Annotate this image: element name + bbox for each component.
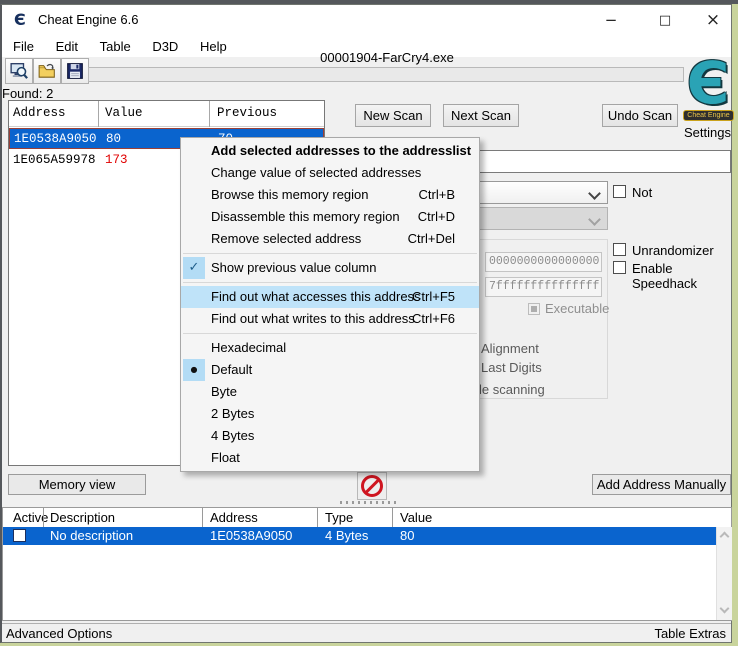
scroll-up-icon[interactable] — [720, 532, 730, 542]
scan-value-input[interactable] — [455, 150, 731, 173]
column-header-value[interactable]: Value — [400, 510, 432, 525]
statusbar: Advanced Options Table Extras — [2, 623, 731, 642]
cheat-table-list[interactable]: Active Description Address Type Value No… — [2, 507, 732, 621]
menu-item-show-previous-column[interactable]: ✓ Show previous value column — [181, 257, 479, 279]
column-divider — [317, 508, 318, 527]
column-divider — [43, 508, 44, 527]
menu-item-float[interactable]: Float — [181, 447, 479, 469]
save-table-button[interactable] — [61, 58, 89, 84]
undo-scan-button[interactable]: Undo Scan — [602, 104, 678, 127]
column-header-type[interactable]: Type — [325, 510, 353, 525]
splitter-handle[interactable] — [340, 501, 398, 504]
stop-button[interactable] — [357, 472, 387, 500]
found-value-changed: 173 — [105, 150, 128, 170]
row-type: 4 Bytes — [325, 527, 368, 545]
prohibition-icon — [361, 475, 383, 497]
found-address: 1E065A59978 — [13, 150, 96, 170]
column-divider — [98, 101, 99, 127]
cheat-engine-window: Є Cheat Engine 6.6 − □ × File Edit Table… — [0, 0, 738, 646]
indeterminate-mark — [531, 306, 537, 312]
advanced-options-link[interactable]: Advanced Options — [6, 624, 112, 643]
enable-speedhack-label: Enable Speedhack — [632, 261, 738, 291]
menu-item-2bytes[interactable]: 2 Bytes — [181, 403, 479, 425]
active-checkbox[interactable] — [13, 529, 26, 542]
column-header-previous[interactable]: Previous — [217, 106, 277, 120]
checkmark-icon: ✓ — [183, 257, 205, 279]
menu-item-find-writes[interactable]: Find out what writes to this addressCtrl… — [181, 308, 479, 330]
menu-item-add-to-addresslist[interactable]: Add selected addresses to the addresslis… — [181, 140, 479, 162]
found-address: 1E0538A9050 — [14, 129, 97, 149]
column-header-address[interactable]: Address — [13, 106, 66, 120]
open-folder-icon — [38, 62, 56, 80]
cheat-engine-logo-icon: Є — [680, 52, 736, 114]
new-scan-button[interactable]: New Scan — [355, 104, 431, 127]
cheat-table-row-selected[interactable]: No description 1E0538A9050 4 Bytes 80 — [3, 527, 716, 545]
found-list-header: Address Value Previous — [9, 101, 324, 127]
column-header-value[interactable]: Value — [105, 106, 143, 120]
menu-item-disassemble[interactable]: Disassemble this memory regionCtrl+D — [181, 206, 479, 228]
executable-label: Executable — [545, 301, 609, 316]
column-divider — [202, 508, 203, 527]
menu-separator — [183, 333, 477, 334]
scan-stop-input[interactable]: 7fffffffffffffff — [485, 277, 602, 297]
maximize-button[interactable]: □ — [648, 5, 682, 36]
row-value: 80 — [400, 527, 414, 545]
pause-while-scanning-label[interactable]: le scanning — [479, 382, 545, 397]
menu-separator — [183, 253, 477, 254]
open-table-button[interactable] — [33, 58, 61, 84]
memory-view-button[interactable]: Memory view — [8, 474, 146, 495]
settings-link[interactable]: Settings — [684, 125, 731, 140]
menu-edit[interactable]: Edit — [47, 36, 87, 57]
menu-item-remove-address[interactable]: Remove selected addressCtrl+Del — [181, 228, 479, 250]
executable-checkbox[interactable] — [528, 303, 540, 315]
enable-speedhack-checkbox[interactable] — [613, 261, 626, 274]
context-menu: Add selected addresses to the addresslis… — [180, 137, 480, 472]
not-checkbox[interactable] — [613, 185, 626, 198]
found-value: 80 — [106, 129, 121, 149]
menu-item-browse-memory[interactable]: Browse this memory regionCtrl+B — [181, 184, 479, 206]
radio-dot-icon: ● — [183, 359, 205, 381]
column-divider — [209, 101, 210, 127]
chevron-down-icon — [588, 187, 601, 200]
menu-item-change-value[interactable]: Change value of selected addresses — [181, 162, 479, 184]
table-extras-link[interactable]: Table Extras — [654, 624, 726, 643]
save-floppy-icon — [66, 62, 84, 80]
select-process-icon — [10, 62, 28, 80]
column-header-address[interactable]: Address — [210, 510, 258, 525]
alignment-label[interactable]: Alignment — [481, 341, 539, 356]
unrandomizer-checkbox[interactable] — [613, 243, 626, 256]
close-button[interactable]: × — [696, 5, 730, 36]
menu-separator — [183, 282, 477, 283]
attached-process-name: 00001904-FarCry4.exe — [90, 50, 684, 65]
unrandomizer-label: Unrandomizer — [632, 243, 714, 258]
found-count-label: Found: 2 — [2, 86, 53, 101]
chevron-down-icon — [588, 213, 601, 226]
column-divider — [392, 508, 393, 527]
column-header-description[interactable]: Description — [50, 510, 115, 525]
menu-item-default[interactable]: ● Default — [181, 359, 479, 381]
minimize-button[interactable]: − — [594, 5, 628, 36]
last-digits-label[interactable]: Last Digits — [481, 360, 542, 375]
next-scan-button[interactable]: Next Scan — [443, 104, 519, 127]
cheat-table-header: Active Description Address Type Value — [3, 508, 731, 527]
select-process-button[interactable] — [5, 58, 33, 84]
add-address-manually-button[interactable]: Add Address Manually — [592, 474, 731, 495]
row-description: No description — [50, 527, 133, 545]
row-address: 1E0538A9050 — [210, 527, 292, 545]
not-label: Not — [632, 185, 652, 200]
window-title: Cheat Engine 6.6 — [38, 12, 138, 27]
menu-item-byte[interactable]: Byte — [181, 381, 479, 403]
logo-caption: Cheat Engine — [683, 110, 734, 121]
menu-item-4bytes[interactable]: 4 Bytes — [181, 425, 479, 447]
scroll-down-icon[interactable] — [720, 604, 730, 614]
vertical-scrollbar[interactable] — [716, 527, 732, 620]
scan-progress-bar — [88, 67, 684, 82]
menu-item-hexadecimal[interactable]: Hexadecimal — [181, 337, 479, 359]
scan-start-input[interactable]: 0000000000000000 — [485, 252, 602, 272]
menu-file[interactable]: File — [4, 36, 43, 57]
menu-item-find-accesses[interactable]: Find out what accesses this addressCtrl+… — [181, 286, 479, 308]
app-icon: Є — [14, 10, 26, 29]
